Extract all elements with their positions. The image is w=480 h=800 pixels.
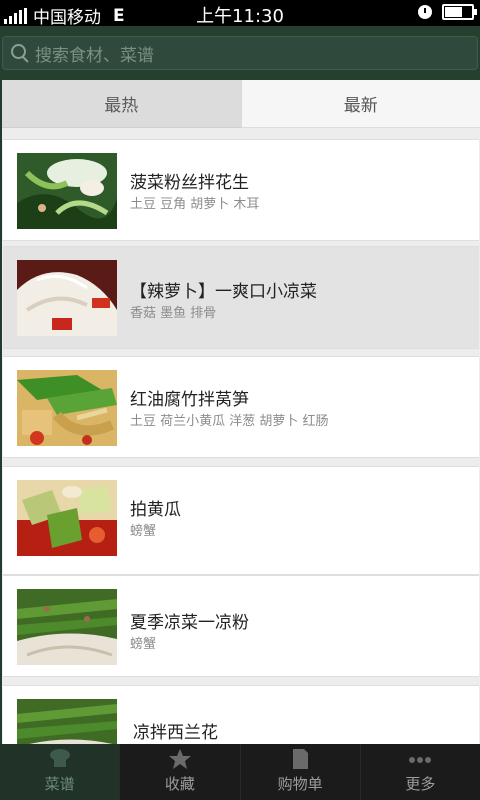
recipe-tags: 螃蟹 <box>130 524 157 539</box>
recipe-thumbnail <box>17 260 117 336</box>
nav-favorites[interactable]: 收藏 <box>119 744 239 800</box>
tab-hottest[interactable]: 最热 <box>2 80 241 128</box>
recipe-thumbnail <box>17 370 117 446</box>
tab-bar: 最热 最新 <box>2 80 480 128</box>
recipe-card[interactable]: 夏季凉菜一凉粉 螃蟹 <box>3 575 479 677</box>
nav-recipes[interactable]: 菜谱 <box>0 744 120 800</box>
more-dots-icon <box>409 757 432 763</box>
status-time: 上午11:30 <box>196 6 284 27</box>
search-input[interactable]: 搜索食材、菜谱 <box>2 36 478 70</box>
recipe-card[interactable]: 【辣萝卜】一爽口小凉菜 香菇 墨鱼 排骨 <box>3 246 479 349</box>
recipe-title: 拍黄瓜 <box>130 500 181 520</box>
recipe-title: 【辣萝卜】一爽口小凉菜 <box>130 282 317 302</box>
battery-icon <box>442 4 477 20</box>
alarm-clock-icon <box>418 5 432 19</box>
recipe-tags: 螃蟹 <box>130 637 157 652</box>
nav-shopping-list-label: 购物单 <box>277 775 323 793</box>
recipe-card[interactable]: 凉拌西兰花 <box>3 685 479 744</box>
recipe-tags: 土豆 豆角 胡萝卜 木耳 <box>130 197 260 212</box>
nav-more[interactable]: 更多 <box>359 744 480 800</box>
recipe-thumbnail <box>17 699 117 744</box>
recipe-title: 红油腐竹拌莴笋 <box>130 390 249 410</box>
document-icon <box>293 749 309 769</box>
star-icon <box>168 749 191 769</box>
nav-more-label: 更多 <box>405 775 436 793</box>
recipe-title: 夏季凉菜一凉粉 <box>130 613 249 633</box>
recipe-tags: 香菇 墨鱼 排骨 <box>130 306 217 321</box>
nav-shopping-list[interactable]: 购物单 <box>239 744 360 800</box>
bottom-nav: 菜谱 收藏 购物单 更多 <box>0 744 480 800</box>
recipe-title: 凉拌西兰花 <box>133 723 218 743</box>
recipe-panel: 最热 最新 菠菜粉丝拌花生 土豆 豆角 胡萝卜 木耳 【辣萝卜】一爽口小凉菜 香… <box>2 80 480 744</box>
tab-newest[interactable]: 最新 <box>240 80 480 128</box>
recipe-title: 菠菜粉丝拌花生 <box>130 173 249 193</box>
chef-hat-icon <box>49 749 70 767</box>
search-placeholder: 搜索食材、菜谱 <box>35 45 154 66</box>
search-icon <box>9 42 31 64</box>
recipe-card[interactable]: 拍黄瓜 螃蟹 <box>3 466 479 575</box>
recipe-card[interactable]: 菠菜粉丝拌花生 土豆 豆角 胡萝卜 木耳 <box>3 139 479 241</box>
nav-favorites-label: 收藏 <box>164 775 195 793</box>
recipe-tags: 土豆 荷兰小黄瓜 洋葱 胡萝卜 红肠 <box>130 414 329 429</box>
nav-recipes-label: 菜谱 <box>44 775 75 793</box>
search-header: 搜索食材、菜谱 <box>0 26 480 80</box>
recipe-thumbnail <box>17 153 117 229</box>
recipe-card[interactable]: 红油腐竹拌莴笋 土豆 荷兰小黄瓜 洋葱 胡萝卜 红肠 <box>3 356 479 458</box>
status-bar: 中国移动 E 上午11:30 <box>0 0 480 28</box>
recipe-thumbnail <box>17 589 117 665</box>
recipe-thumbnail <box>17 480 117 556</box>
